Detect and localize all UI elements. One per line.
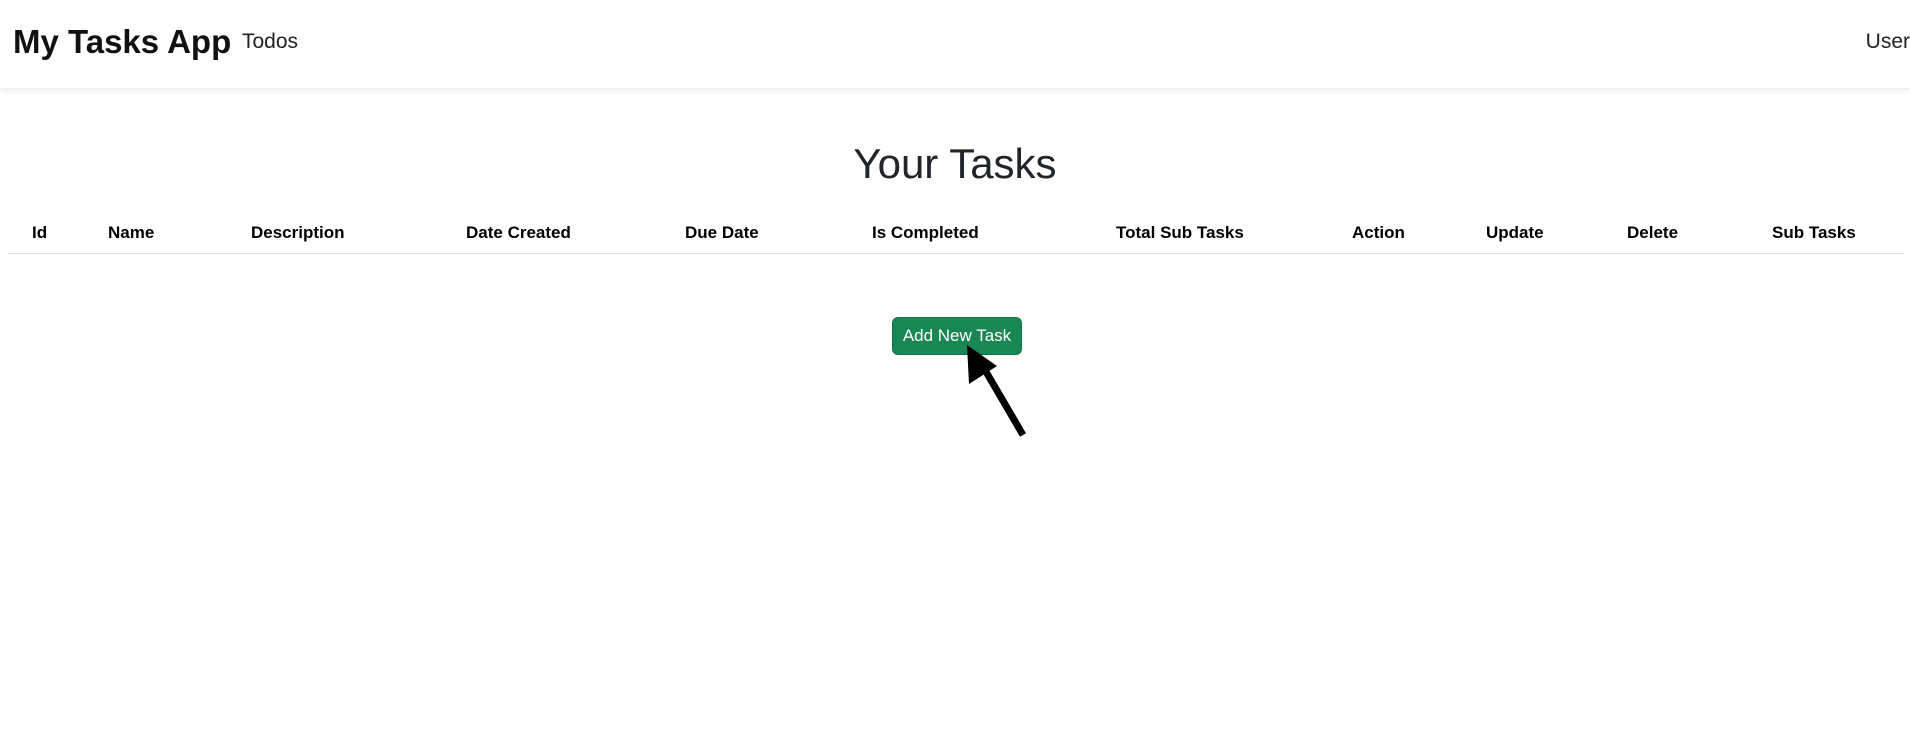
tasks-table-header: Id Name Description Date Created Due Dat… (8, 215, 1904, 254)
nav-link-user[interactable]: User (1866, 28, 1910, 56)
column-header-total-sub-tasks: Total Sub Tasks (1116, 223, 1244, 242)
app-brand[interactable]: My Tasks App (13, 22, 231, 62)
page-title: Your Tasks (853, 140, 1057, 187)
column-header-delete: Delete (1627, 223, 1679, 242)
top-navbar: My Tasks App Todos User (0, 0, 1910, 89)
column-header-action: Action (1352, 223, 1405, 242)
arrow-pointer-icon (967, 345, 1027, 437)
column-header-name: Name (108, 223, 155, 242)
column-header-sub-tasks: Sub Tasks (1772, 223, 1856, 242)
column-header-update: Update (1486, 223, 1544, 242)
nav-link-todos[interactable]: Todos (242, 28, 298, 56)
column-header-description: Description (251, 223, 345, 242)
column-header-date-created: Date Created (466, 223, 571, 242)
column-header-is-completed: Is Completed (872, 223, 979, 242)
column-header-due-date: Due Date (685, 223, 759, 242)
column-header-id: Id (32, 223, 48, 242)
